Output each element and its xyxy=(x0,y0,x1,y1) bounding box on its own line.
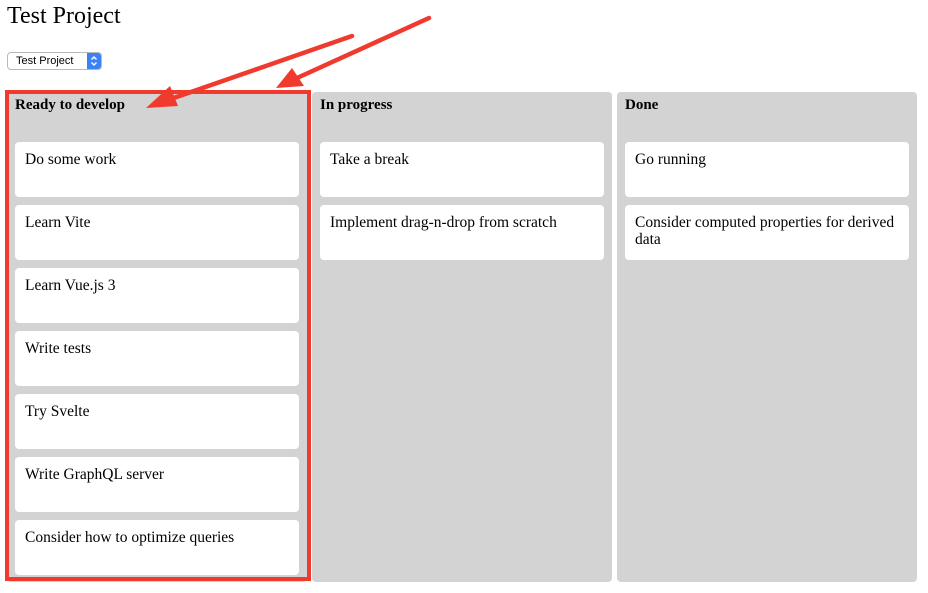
task-card[interactable]: Try Svelte xyxy=(15,394,299,449)
column-ready-to-develop[interactable]: Ready to develop Do some work Learn Vite… xyxy=(7,92,307,582)
task-card[interactable]: Write GraphQL server xyxy=(15,457,299,512)
up-down-chevron-icon xyxy=(87,53,101,69)
task-card[interactable]: Learn Vite xyxy=(15,205,299,260)
page-title: Test Project xyxy=(7,3,121,29)
task-card[interactable]: Learn Vue.js 3 xyxy=(15,268,299,323)
task-card[interactable]: Go running xyxy=(625,142,909,197)
task-card[interactable]: Consider how to optimize queries xyxy=(15,520,299,575)
project-select[interactable]: Test Project xyxy=(7,52,102,70)
task-card[interactable]: Consider computed properties for derived… xyxy=(625,205,909,260)
task-card[interactable]: Take a break xyxy=(320,142,604,197)
task-card[interactable]: Do some work xyxy=(15,142,299,197)
column-title: Ready to develop xyxy=(15,97,125,113)
column-done[interactable]: Done Go running Consider computed proper… xyxy=(617,92,917,582)
column-in-progress[interactable]: In progress Take a break Implement drag-… xyxy=(312,92,612,582)
column-title: Done xyxy=(625,97,659,113)
task-card[interactable]: Write tests xyxy=(15,331,299,386)
kanban-board: Ready to develop Do some work Learn Vite… xyxy=(7,92,917,582)
column-title: In progress xyxy=(320,97,393,113)
annotation-arrow-icon xyxy=(276,15,432,88)
task-card[interactable]: Implement drag-n-drop from scratch xyxy=(320,205,604,260)
project-select-value: Test Project xyxy=(16,55,74,67)
